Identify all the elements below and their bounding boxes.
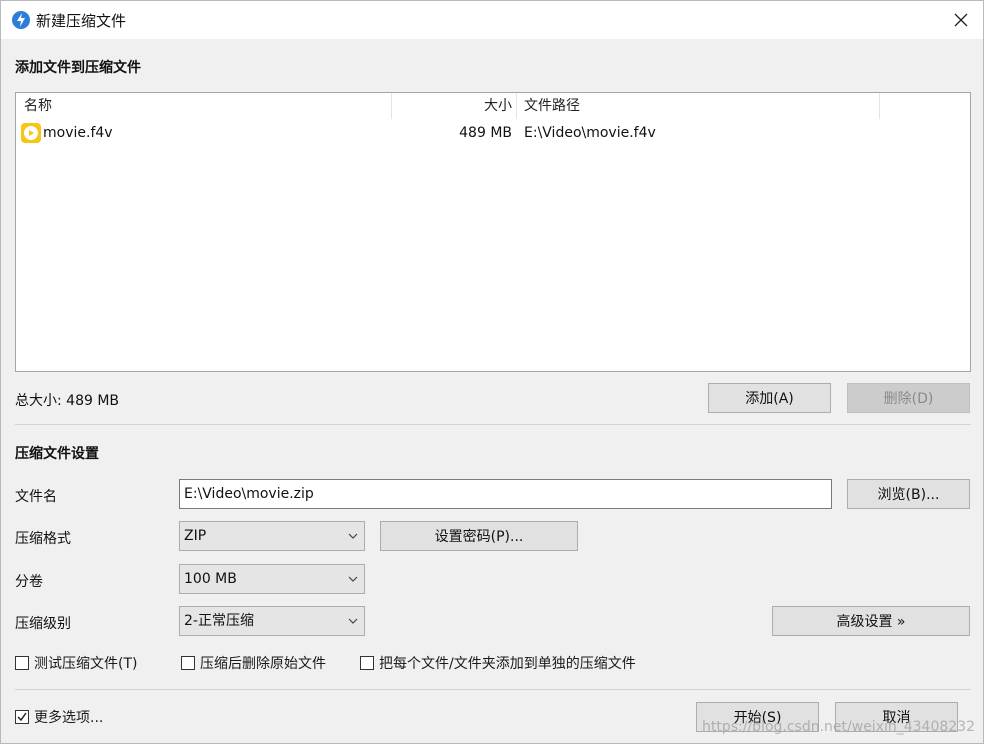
format-select-value: ZIP xyxy=(184,528,207,544)
compress-dialog: 新建压缩文件 添加文件到压缩文件 名称 大小 文件路径 movie.f4v 48… xyxy=(0,0,984,744)
video-file-icon xyxy=(21,123,41,143)
settings-section-title: 压缩文件设置 xyxy=(15,446,99,462)
checkbox-box[interactable] xyxy=(360,656,374,670)
column-header-name[interactable]: 名称 xyxy=(24,93,52,119)
table-row[interactable]: movie.f4v 489 MB E:\Video\movie.f4v xyxy=(16,121,970,145)
level-select[interactable]: 2-正常压缩 xyxy=(179,606,365,636)
title-bar: 新建压缩文件 xyxy=(1,1,983,39)
close-icon xyxy=(954,13,968,27)
chevron-down-icon xyxy=(348,618,358,624)
column-divider[interactable] xyxy=(879,93,880,119)
level-select-value: 2-正常压缩 xyxy=(184,613,254,629)
chevron-down-icon xyxy=(348,533,358,539)
add-button[interactable]: 添加(A) xyxy=(708,383,831,413)
checkbox-box[interactable] xyxy=(181,656,195,670)
file-size-cell: 489 MB xyxy=(459,125,512,141)
files-section-title: 添加文件到压缩文件 xyxy=(15,60,141,76)
checkbox-box[interactable] xyxy=(15,656,29,670)
file-list-header: 名称 大小 文件路径 xyxy=(16,93,970,119)
total-size-label: 总大小: 489 MB xyxy=(15,393,120,409)
checkbox-label: 压缩后删除原始文件 xyxy=(200,656,326,672)
window-title: 新建压缩文件 xyxy=(36,12,127,30)
column-divider[interactable] xyxy=(516,93,517,119)
checkbox-label: 把每个文件/文件夹添加到单独的压缩文件 xyxy=(379,656,636,672)
watermark-text: https://blog.csdn.net/weixin_43408232 xyxy=(701,719,975,735)
delete-after-checkbox[interactable]: 压缩后删除原始文件 xyxy=(181,654,326,672)
close-button[interactable] xyxy=(945,5,977,35)
checkmark-icon xyxy=(17,712,27,722)
more-options-checkbox[interactable]: 更多选项... xyxy=(15,708,103,726)
advanced-settings-button[interactable]: 高级设置 » xyxy=(772,606,970,636)
separate-archives-checkbox[interactable]: 把每个文件/文件夹添加到单独的压缩文件 xyxy=(360,654,636,672)
browse-button[interactable]: 浏览(B)... xyxy=(847,479,970,509)
delete-button[interactable]: 删除(D) xyxy=(847,383,970,413)
test-archive-checkbox[interactable]: 测试压缩文件(T) xyxy=(15,654,137,672)
format-select[interactable]: ZIP xyxy=(179,521,365,551)
more-options-label: 更多选项... xyxy=(34,710,104,726)
column-header-size[interactable]: 大小 xyxy=(392,93,512,119)
level-label: 压缩级别 xyxy=(15,616,71,632)
split-select-value: 100 MB xyxy=(184,571,237,587)
filename-input[interactable]: E:\Video\movie.zip xyxy=(179,479,832,509)
file-path-cell: E:\Video\movie.f4v xyxy=(524,125,656,141)
column-header-path[interactable]: 文件路径 xyxy=(524,93,580,119)
file-list[interactable]: 名称 大小 文件路径 movie.f4v 489 MB E:\Video\mov… xyxy=(15,92,971,372)
checkbox-label: 测试压缩文件(T) xyxy=(34,656,138,672)
file-name-cell: movie.f4v xyxy=(43,125,113,141)
footer-divider xyxy=(15,689,971,690)
split-select[interactable]: 100 MB xyxy=(179,564,365,594)
split-label: 分卷 xyxy=(15,574,43,590)
app-icon xyxy=(12,11,30,29)
set-password-button[interactable]: 设置密码(P)... xyxy=(380,521,578,551)
checkbox-box[interactable] xyxy=(15,710,29,724)
filename-label: 文件名 xyxy=(15,489,57,505)
chevron-down-icon xyxy=(348,576,358,582)
format-label: 压缩格式 xyxy=(15,531,71,547)
section-divider xyxy=(15,424,971,425)
